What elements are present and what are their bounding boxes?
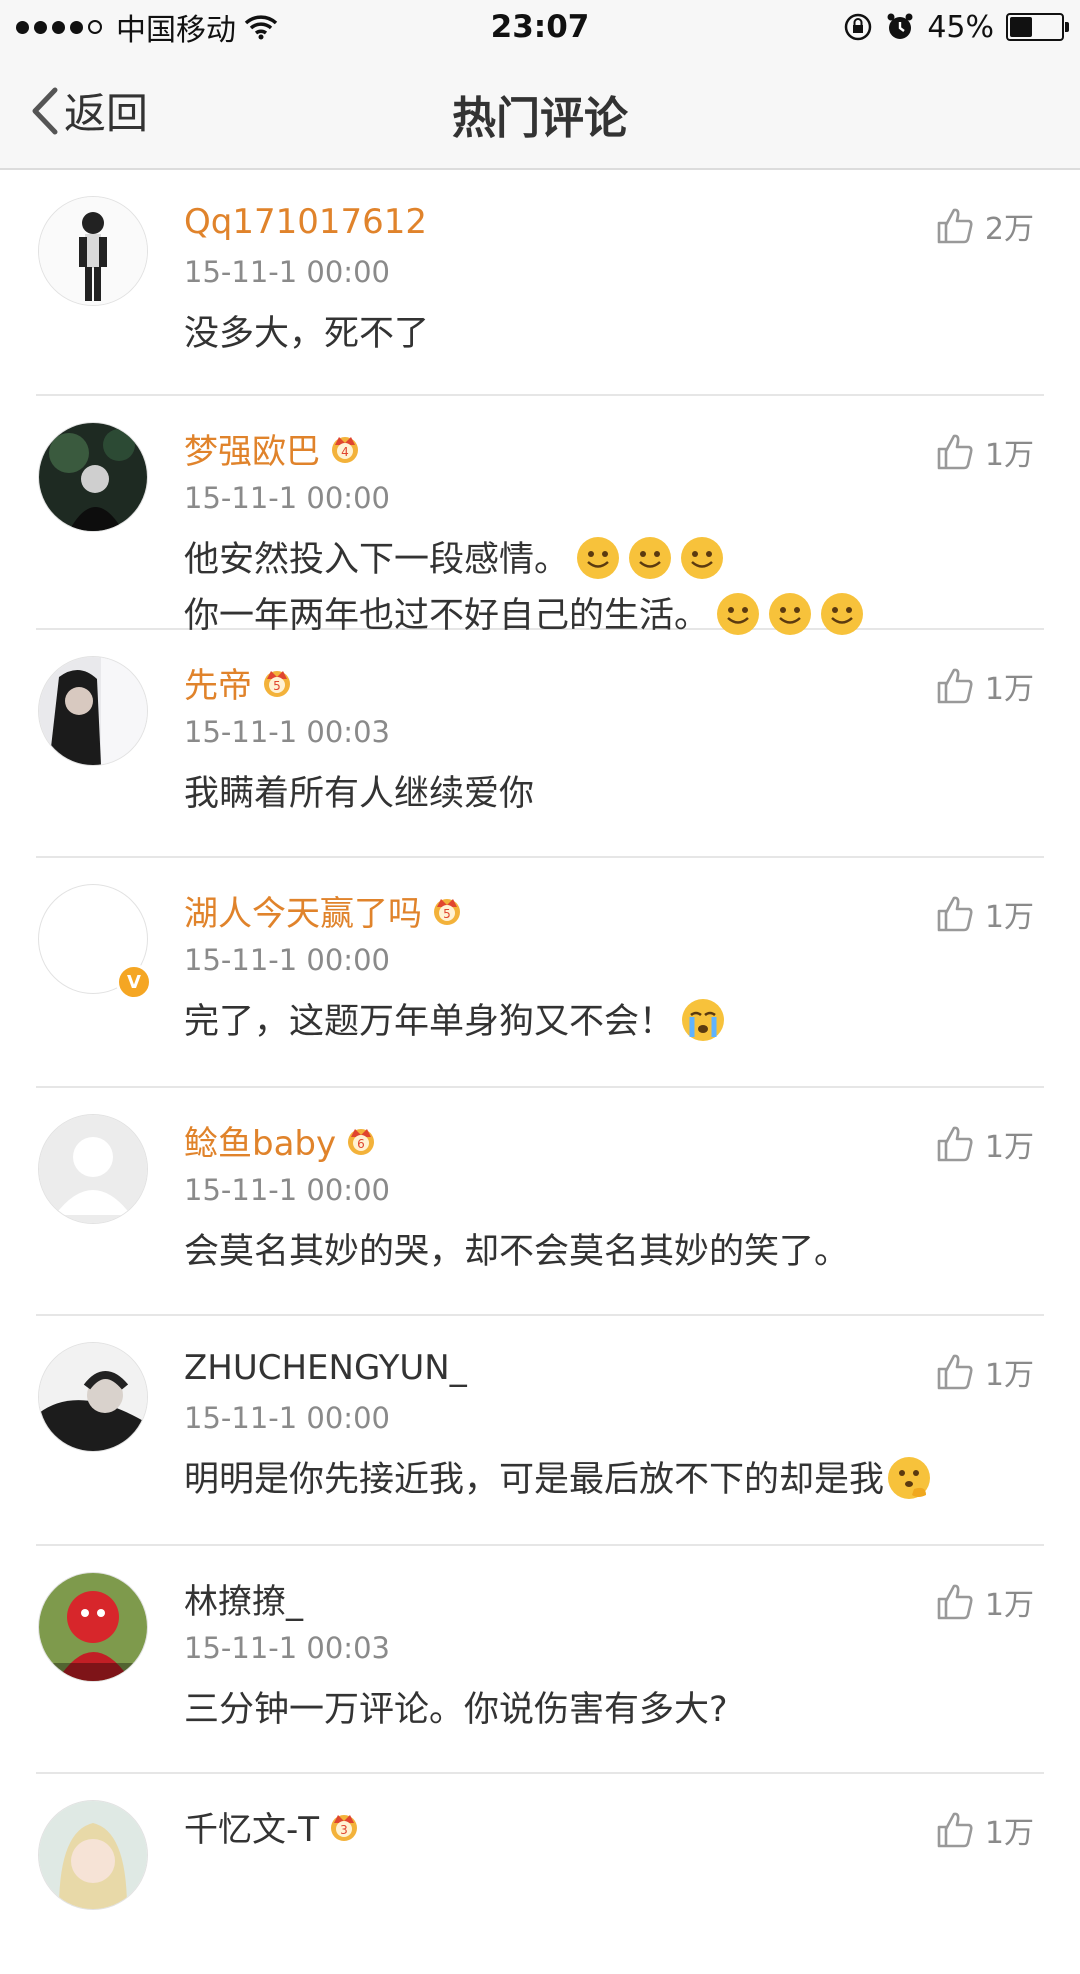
like-button[interactable]: 2万: [935, 204, 1034, 248]
comment-item: 鲶鱼baby 6 15-11-1 00:00 会莫名其妙的哭，却不会莫名其妙的笑…: [36, 1088, 1044, 1316]
carrier-label: 中国移动: [116, 13, 236, 48]
crown-badge-icon: 4: [332, 437, 358, 463]
like-button[interactable]: 1万: [935, 1122, 1034, 1166]
username[interactable]: 梦强欧巴: [184, 424, 320, 473]
battery-percent: 45%: [927, 9, 994, 45]
comment-text: 明明是你先接近我，可是最后放不下的却是我: [184, 1452, 1044, 1508]
svg-text:5: 5: [273, 679, 281, 693]
like-button[interactable]: 1万: [935, 1580, 1034, 1624]
smile-emoji-icon: [629, 537, 672, 579]
comment-text: 他安然投入下一段感情。 你一年两年也过不好自己的生活。: [184, 532, 1044, 644]
avatar[interactable]: [38, 1114, 148, 1224]
timestamp: 15-11-1 00:00: [184, 943, 390, 977]
thumbs-up-icon: [937, 1584, 973, 1620]
comment-text: 会莫名其妙的哭，却不会莫名其妙的笑了。: [184, 1232, 850, 1272]
crown-badge-icon: 6: [348, 1129, 375, 1155]
smile-emoji-icon: [681, 537, 724, 579]
comment-item: ZHUCHENGYUN_ 15-11-1 00:00 明明是你先接近我，可是最后…: [36, 1316, 1044, 1546]
like-count: 1万: [984, 900, 1034, 935]
avatar[interactable]: [38, 1572, 148, 1682]
timestamp: 15-11-1 00:03: [184, 715, 390, 749]
signal-strength-icon: [16, 20, 102, 34]
wifi-icon: [244, 15, 278, 40]
comment-item: 梦强欧巴 4 15-11-1 00:00 他安然投入下一段感情。 你一年两年也过…: [36, 396, 1044, 636]
comment-item: 林撩撩_ 15-11-1 00:03 三分钟一万评论。你说伤害有多大? 1万: [36, 1546, 1044, 1774]
thumbs-up-icon: [937, 1354, 973, 1390]
battery-icon: [1006, 13, 1069, 41]
username[interactable]: 千忆文-T: [184, 1802, 319, 1851]
thumbs-up-icon: [937, 208, 973, 244]
like-count: 1万: [984, 1588, 1034, 1623]
like-count: 1万: [984, 1816, 1034, 1851]
comment-text-line: 完了，这题万年单身狗又不会！: [184, 1002, 675, 1042]
thumbs-up-icon: [937, 1812, 973, 1848]
comment-text: 没多大，死不了: [184, 314, 430, 354]
username[interactable]: 湖人今天赢了吗: [184, 886, 422, 935]
crown-badge-icon: 5: [434, 899, 460, 925]
like-button[interactable]: 1万: [935, 892, 1034, 936]
svg-text:6: 6: [357, 1137, 365, 1151]
avatar[interactable]: [38, 196, 148, 306]
like-button[interactable]: 1万: [935, 1808, 1034, 1852]
like-button[interactable]: 1万: [935, 1350, 1034, 1394]
like-button[interactable]: 1万: [935, 664, 1034, 708]
thumbs-up-icon: [937, 896, 973, 932]
svg-text:3: 3: [340, 1823, 348, 1837]
like-count: 2万: [984, 212, 1034, 247]
avatar[interactable]: [38, 656, 148, 766]
avatar[interactable]: [38, 1342, 148, 1452]
thumbs-up-icon: [937, 1126, 973, 1162]
comment-text: 三分钟一万评论。你说伤害有多大?: [184, 1690, 728, 1730]
comment-item: 先帝 5 15-11-1 00:03 我瞒着所有人继续爱你 1万: [36, 630, 1044, 858]
avatar[interactable]: [38, 1800, 148, 1910]
comment-text-line: 他安然投入下一段感情。: [184, 540, 570, 580]
crown-badge-icon: 3: [331, 1815, 358, 1841]
crown-badge-icon: 5: [264, 671, 290, 697]
thinking-emoji-icon: [888, 1457, 931, 1499]
comment-item: Qq171017612 15-11-1 00:00 没多大，死不了 2万: [36, 170, 1044, 396]
like-count: 1万: [984, 1358, 1034, 1393]
like-count: 1万: [984, 438, 1034, 473]
comment-item: 千忆文-T 3 1万: [36, 1774, 1044, 1974]
timestamp: 15-11-1 00:00: [184, 1173, 390, 1207]
username[interactable]: 先帝: [184, 658, 252, 707]
status-bar: 中国移动 23:07 45%: [0, 0, 1080, 54]
comment-text: 完了，这题万年单身狗又不会！: [184, 994, 1044, 1050]
timestamp: 15-11-1 00:00: [184, 1401, 390, 1435]
comment-text: 我瞒着所有人继续爱你: [184, 774, 535, 814]
thumbs-up-icon: [937, 668, 973, 704]
page-title: 热门评论: [452, 93, 628, 144]
navigation-bar: 返回 热门评论: [0, 54, 1080, 170]
timestamp: 15-11-1 00:00: [184, 481, 390, 515]
like-count: 1万: [984, 672, 1034, 707]
username[interactable]: Qq171017612: [184, 202, 427, 242]
svg-text:5: 5: [443, 907, 451, 921]
comment-text-line: 明明是你先接近我，可是最后放不下的却是我: [184, 1460, 885, 1500]
alarm-icon: [887, 13, 913, 39]
smile-emoji-icon: [577, 537, 620, 579]
avatar[interactable]: [38, 422, 148, 532]
like-count: 1万: [984, 1130, 1034, 1165]
comment-list: Qq171017612 15-11-1 00:00 没多大，死不了 2万 梦强欧…: [0, 170, 1080, 1974]
verified-badge-icon: V: [116, 964, 152, 1000]
username[interactable]: 林撩撩_: [184, 1574, 303, 1623]
crying-emoji-icon: [682, 999, 725, 1041]
thumbs-up-icon: [937, 434, 973, 470]
timestamp: 15-11-1 00:00: [184, 255, 390, 289]
like-button[interactable]: 1万: [935, 430, 1034, 474]
rotation-lock-icon: [845, 13, 872, 41]
timestamp: 15-11-1 00:03: [184, 1631, 390, 1665]
username[interactable]: 鲶鱼baby: [184, 1116, 336, 1165]
svg-text:4: 4: [341, 445, 349, 459]
battery-fill: [1010, 17, 1032, 37]
username[interactable]: ZHUCHENGYUN_: [184, 1348, 467, 1388]
comment-item: V 湖人今天赢了吗 5 15-11-1 00:00 完了，这题万年单身狗又不会！…: [36, 858, 1044, 1088]
